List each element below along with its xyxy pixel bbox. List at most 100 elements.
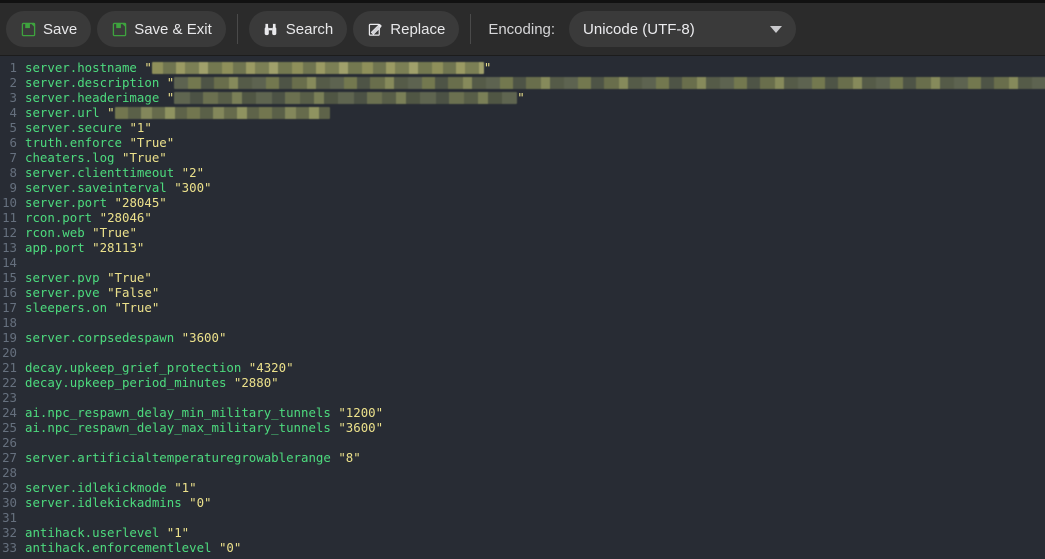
encoding-select[interactable]: Unicode (UTF-8) [569, 11, 797, 47]
toolbar-divider-2 [470, 14, 472, 44]
quote-open: " [166, 90, 175, 105]
pencil-edit-icon [367, 21, 383, 37]
config-key: antihack.userlevel [25, 525, 167, 540]
code-editor-area[interactable]: 1 server.hostname " " 2 server.description "… [0, 56, 1045, 559]
config-key: server.clienttimeout [25, 165, 182, 180]
code-line[interactable]: 33 antihack.enforcementlevel "0" [0, 540, 1045, 555]
code-line[interactable]: 8 server.clienttimeout "2" [0, 165, 1045, 180]
line-number: 28 [2, 465, 17, 480]
code-line[interactable]: 22 decay.upkeep_period_minutes "2880" [0, 375, 1045, 390]
line-number: 31 [2, 510, 17, 525]
save-and-exit-button[interactable]: Save & Exit [97, 11, 226, 47]
code-line[interactable]: 28 [0, 465, 1045, 480]
code-line[interactable]: 18 [0, 315, 1045, 330]
code-line[interactable]: 4 server.url " [0, 105, 1045, 120]
line-number: 7 [9, 150, 17, 165]
code-line[interactable]: 11 rcon.port "28046" [0, 210, 1045, 225]
config-value: "True" [129, 135, 175, 150]
line-number: 1 [9, 60, 17, 75]
config-value: "True" [107, 270, 152, 285]
code-line[interactable]: 12 rcon.web "True" [0, 225, 1045, 240]
config-value: "False" [107, 285, 160, 300]
replace-button[interactable]: Replace [353, 11, 460, 47]
line-content: ai.npc_respawn_delay_max_military_tunnel… [25, 420, 1045, 435]
code-line[interactable]: 27 server.artificialtemperaturegrowablera… [0, 450, 1045, 465]
code-line[interactable]: 7 cheaters.log "True" [0, 150, 1045, 165]
config-key: ai.npc_respawn_delay_min_military_tunnel… [25, 405, 339, 420]
config-value: "28045" [114, 195, 167, 210]
line-content: server.secure "1" [25, 120, 1045, 135]
line-content: server.description " [25, 75, 1045, 90]
line-content: server.corpsedespawn "3600" [25, 330, 1045, 345]
chevron-down-icon [770, 25, 783, 33]
code-line[interactable]: 15 server.pvp "True" [0, 270, 1045, 285]
redacted-value [114, 106, 330, 119]
config-value: "True" [92, 225, 137, 240]
line-number: 32 [2, 525, 17, 540]
code-line[interactable]: 30 server.idlekickadmins "0" [0, 495, 1045, 510]
config-value: "28046" [99, 210, 152, 225]
line-number: 26 [2, 435, 17, 450]
code-line[interactable]: 29 server.idlekickmode "1" [0, 480, 1045, 495]
code-line[interactable]: 10 server.port "28045" [0, 195, 1045, 210]
quote-open: " [144, 60, 152, 75]
code-line[interactable]: 3 server.headerimage " " [0, 90, 1045, 105]
line-content: app.port "28113" [25, 240, 1045, 255]
code-line[interactable]: 2 server.description " [0, 75, 1045, 90]
line-content: cheaters.log "True" [25, 150, 1045, 165]
code-line[interactable]: 1 server.hostname " " [0, 60, 1045, 75]
config-value: "0" [218, 540, 242, 555]
config-key: antihack.enforcementlevel [25, 540, 219, 555]
line-content: server.port "28045" [25, 195, 1045, 210]
config-key: server.corpsedespawn [25, 330, 182, 345]
line-content: antihack.enforcementlevel "0" [25, 540, 1045, 555]
config-key: server.idlekickmode [25, 480, 175, 495]
config-key: rcon.port [25, 210, 100, 225]
code-line[interactable]: 16 server.pve "False" [0, 285, 1045, 300]
config-key: server.url [25, 105, 108, 120]
line-number: 20 [2, 345, 17, 360]
config-key: ai.npc_respawn_delay_max_military_tunnel… [25, 420, 339, 435]
line-number: 23 [2, 390, 17, 405]
code-line[interactable]: 26 [0, 435, 1045, 450]
code-line[interactable]: 13 app.port "28113" [0, 240, 1045, 255]
search-button[interactable]: Search [248, 11, 348, 47]
code-line[interactable]: 23 [0, 390, 1045, 405]
code-line[interactable]: 21 decay.upkeep_grief_protection "4320" [0, 360, 1045, 375]
line-number: 19 [2, 330, 17, 345]
floppy-disk-icon [20, 21, 36, 37]
line-content: decay.upkeep_grief_protection "4320" [25, 360, 1045, 375]
editor-toolbar: Save Save & Exit Search Replace Encoding… [0, 3, 1045, 56]
line-number: 10 [2, 195, 17, 210]
binoculars-icon [263, 21, 279, 37]
config-key: server.headerimage [25, 90, 167, 105]
code-line[interactable]: 17 sleepers.on "True" [0, 300, 1045, 315]
line-number: 14 [2, 255, 17, 270]
code-line[interactable]: 25 ai.npc_respawn_delay_max_military_tunn… [0, 420, 1045, 435]
code-line[interactable]: 6 truth.enforce "True" [0, 135, 1045, 150]
config-key: server.secure [25, 120, 130, 135]
line-number: 12 [2, 225, 17, 240]
config-key: server.idlekickadmins [25, 495, 190, 510]
config-value: "1" [129, 120, 152, 135]
code-line[interactable]: 14 [0, 255, 1045, 270]
config-key: cheaters.log [25, 150, 122, 165]
line-content: rcon.web "True" [25, 225, 1045, 240]
code-line[interactable]: 5 server.secure "1" [0, 120, 1045, 135]
line-number: 4 [9, 105, 17, 120]
code-line[interactable]: 32 antihack.userlevel "1" [0, 525, 1045, 540]
code-line[interactable]: 19 server.corpsedespawn "3600" [0, 330, 1045, 345]
code-line[interactable]: 24 ai.npc_respawn_delay_min_military_tunn… [0, 405, 1045, 420]
code-line[interactable]: 31 [0, 510, 1045, 525]
save-button[interactable]: Save [6, 11, 92, 47]
line-content: ai.npc_respawn_delay_min_military_tunnel… [25, 405, 1045, 420]
text-editor-window: Save Save & Exit Search Replace Encoding… [0, 0, 1045, 559]
line-content: server.saveinterval "300" [25, 180, 1045, 195]
line-content: server.hostname " " [25, 60, 1045, 75]
config-value: "True" [121, 150, 167, 165]
line-number: 18 [2, 315, 17, 330]
code-line[interactable]: 9 server.saveinterval "300" [0, 180, 1045, 195]
code-line[interactable]: 20 [0, 345, 1045, 360]
line-content: server.url " [25, 105, 1045, 120]
line-content: server.idlekickmode "1" [25, 480, 1045, 495]
